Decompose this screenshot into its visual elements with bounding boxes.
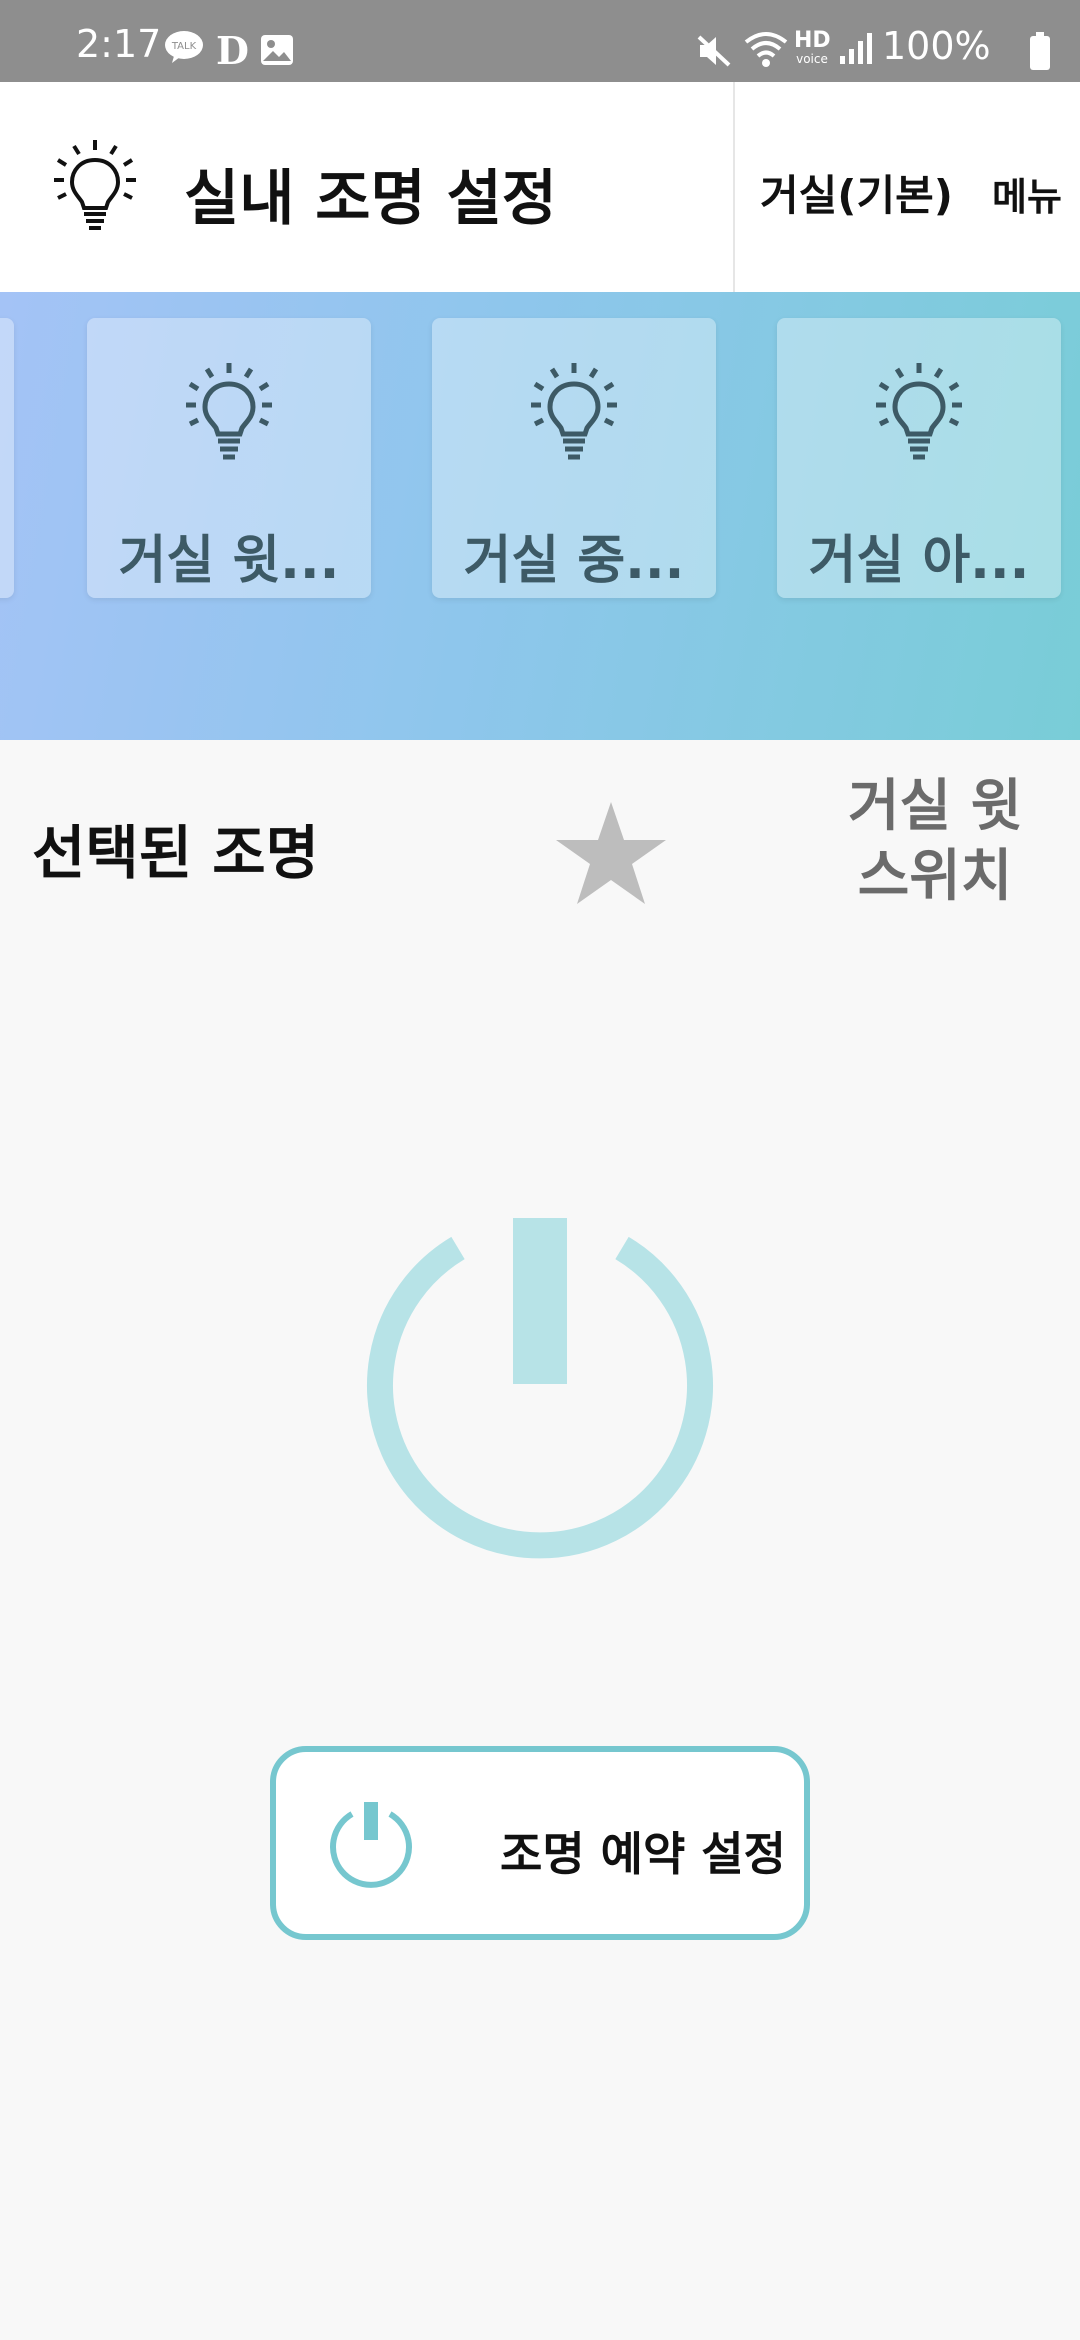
signal-icon (838, 30, 874, 70)
selected-light-name-line2: 스위치 (857, 844, 1013, 909)
power-icon (324, 1796, 418, 1890)
selected-light-name: 거실 윗 스위치 (840, 772, 1030, 912)
status-time: 2:17 (76, 22, 162, 66)
light-card-partial[interactable] (0, 318, 14, 598)
app-bar: 실내 조명 설정 거실(기본) 메뉴 (0, 82, 1080, 292)
talk-text: TALK (171, 41, 197, 52)
light-card[interactable]: 거실 아... (777, 318, 1061, 598)
light-card-label: 거실 윗... (118, 531, 340, 591)
battery-percent: 100% (882, 24, 991, 68)
selected-light-name-line1: 거실 윗 (847, 774, 1023, 839)
mute-icon (696, 34, 732, 72)
lightbulb-icon (528, 360, 620, 470)
divider (733, 82, 735, 292)
status-bar: 2:17 TALK D HD voice 100% (0, 0, 1080, 82)
battery-icon (1030, 32, 1050, 74)
favorite-star-icon[interactable] (552, 798, 670, 910)
page-title: 실내 조명 설정 (184, 164, 557, 234)
light-card[interactable]: 거실 중... (432, 318, 716, 598)
light-carousel[interactable]: 거실 윗... 거실 중... 거실 아... (0, 292, 1080, 740)
hd-text: HD (794, 28, 831, 53)
selected-light-heading: 선택된 조명 (32, 819, 319, 887)
power-toggle-button[interactable] (358, 1200, 722, 1564)
kakaotalk-icon: TALK (164, 30, 204, 68)
gallery-icon (260, 34, 294, 70)
lightbulb-icon (183, 360, 275, 470)
light-card-label: 거실 아... (808, 531, 1030, 591)
wifi-icon (744, 30, 788, 74)
room-selector[interactable]: 거실(기본) (760, 162, 953, 223)
voice-text: voice (796, 52, 828, 66)
schedule-button-label: 조명 예약 설정 (500, 1827, 786, 1881)
menu-button[interactable]: 메뉴 (992, 166, 1062, 221)
d-app-icon: D (216, 28, 249, 73)
lightbulb-icon (873, 360, 965, 470)
hd-voice-icon: HD voice (794, 28, 831, 67)
lightbulb-icon (52, 138, 138, 234)
light-card-label: 거실 중... (463, 531, 685, 591)
schedule-button[interactable]: 조명 예약 설정 (270, 1746, 810, 1940)
light-card[interactable]: 거실 윗... (87, 318, 371, 598)
